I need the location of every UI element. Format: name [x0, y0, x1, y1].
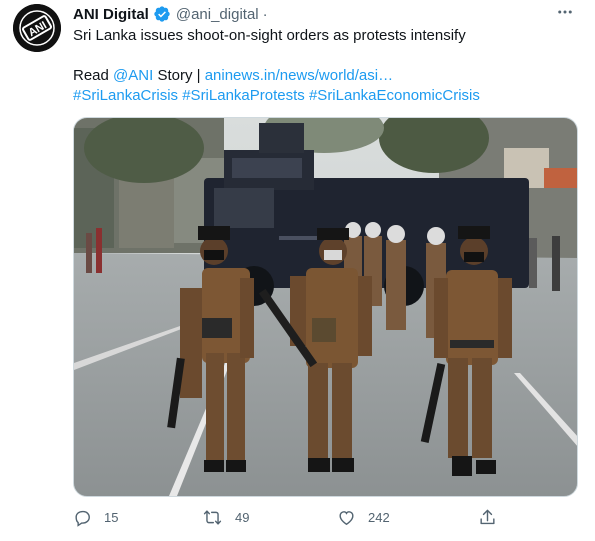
mention-link[interactable]: @ANI — [113, 67, 153, 84]
retweet-button[interactable]: 49 — [202, 508, 249, 527]
author-handle[interactable]: @ani_digital — [176, 6, 259, 23]
like-count: 242 — [368, 510, 390, 525]
read-suffix: Story | — [157, 67, 201, 84]
reply-button[interactable]: 15 — [73, 508, 118, 527]
reply-count: 15 — [104, 510, 119, 525]
read-prefix: Read — [73, 67, 109, 84]
hashtags: #SriLankaCrisis #SriLankaProtests #SriLa… — [73, 86, 480, 106]
hashtag-link[interactable]: #SriLankaProtests — [182, 87, 305, 104]
tweet[interactable]: ANI ANI Digital @ani_digital · Sri Lanka… — [0, 0, 595, 541]
ani-logo: ANI — [13, 4, 61, 52]
action-bar: 15 49 242 — [73, 508, 513, 530]
hashtag-link[interactable]: #SriLankaCrisis — [73, 87, 178, 104]
author-name[interactable]: ANI Digital — [73, 6, 149, 23]
retweet-icon — [202, 508, 223, 527]
verified-badge-icon — [153, 5, 171, 23]
reply-icon — [73, 508, 92, 527]
article-link[interactable]: aninews.in/news/world/asi… — [205, 67, 393, 84]
more-icon[interactable] — [553, 2, 577, 22]
photo-police-patrol — [74, 118, 577, 496]
retweet-count: 49 — [235, 510, 250, 525]
share-icon — [478, 508, 497, 527]
tweet-photo[interactable] — [73, 117, 578, 497]
avatar[interactable]: ANI — [13, 4, 61, 52]
separator-dot: · — [262, 5, 268, 23]
tweet-header: ANI Digital @ani_digital · — [73, 4, 268, 24]
like-icon — [337, 508, 356, 527]
hashtag-link[interactable]: #SriLankaEconomicCrisis — [309, 87, 480, 104]
tweet-read-line: Read @ANI Story | aninews.in/news/world/… — [73, 66, 393, 86]
tweet-text: Sri Lanka issues shoot-on-sight orders a… — [73, 27, 466, 44]
share-button[interactable] — [478, 508, 497, 527]
like-button[interactable]: 242 — [337, 508, 390, 527]
